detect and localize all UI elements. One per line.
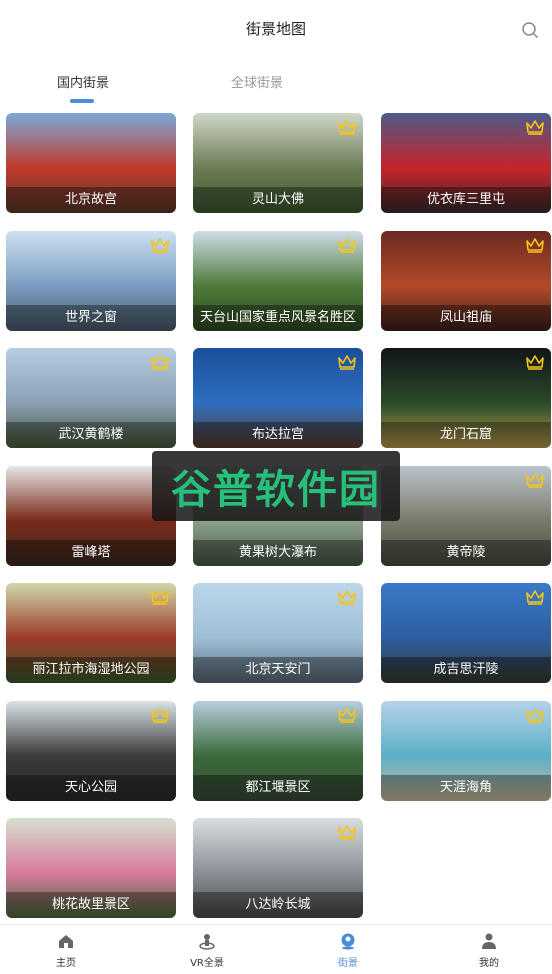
scenic-card-title: 成吉思汗陵	[381, 657, 551, 683]
scenic-card[interactable]: 北京故宫	[6, 113, 176, 213]
watermark: 谷普软件园	[152, 451, 400, 521]
scenic-card-title: 北京故宫	[6, 187, 176, 213]
crown-icon	[526, 355, 544, 370]
scenic-card[interactable]: 桃花故里景区	[6, 818, 176, 918]
crown-icon	[151, 238, 169, 253]
scenic-card[interactable]: 丽江拉市海湿地公园	[6, 583, 176, 683]
crown-icon	[338, 825, 356, 840]
tab-profile[interactable]: 我的	[449, 931, 529, 969]
scenic-card-title: 都江堰景区	[193, 775, 363, 801]
scenic-card-title: 天涯海角	[381, 775, 551, 801]
scenic-card-title: 黄果树大瀑布	[193, 540, 363, 566]
search-icon[interactable]	[520, 20, 540, 40]
scenic-card[interactable]: 天心公园	[6, 701, 176, 801]
tab-indicator	[70, 99, 94, 103]
scenic-card[interactable]: 北京天安门	[193, 583, 363, 683]
crown-icon	[526, 590, 544, 605]
scenic-card-title: 北京天安门	[193, 657, 363, 683]
crown-icon	[338, 355, 356, 370]
scenic-card-title: 天台山国家重点风景名胜区	[193, 305, 363, 331]
user-icon	[482, 933, 496, 949]
street-view-icon	[341, 933, 355, 950]
scenic-card[interactable]: 成吉思汗陵	[381, 583, 551, 683]
scenic-card[interactable]: 黄帝陵	[381, 466, 551, 566]
scenic-card[interactable]: 武汉黄鹤楼	[6, 348, 176, 448]
home-icon	[59, 935, 73, 948]
page-title: 街景地图	[245, 20, 306, 38]
scenic-card[interactable]: 都江堰景区	[193, 701, 363, 801]
scenic-card-title: 龙门石窟	[381, 422, 551, 448]
scenic-card-title: 天心公园	[6, 775, 176, 801]
crown-icon	[338, 708, 356, 723]
scenic-card-title: 凤山祖庙	[381, 305, 551, 331]
scenic-card[interactable]: 灵山大佛	[193, 113, 363, 213]
crown-icon	[526, 708, 544, 723]
crown-icon	[526, 120, 544, 135]
scenic-card-title: 灵山大佛	[193, 187, 363, 213]
crown-icon	[151, 590, 169, 605]
app-header: 街景地图	[0, 0, 552, 60]
tab-home[interactable]: 主页	[26, 931, 106, 969]
scenic-card[interactable]: 雷峰塔	[6, 466, 176, 566]
scenic-card-title: 八达岭长城	[193, 892, 363, 918]
crown-icon	[151, 355, 169, 370]
bottom-tab-bar: 主页 VR全景 街景 我的	[0, 924, 552, 974]
scenic-card[interactable]: 布达拉宫	[193, 348, 363, 448]
scenic-card-title: 丽江拉市海湿地公园	[6, 657, 176, 683]
scenic-card[interactable]: 龙门石窟	[381, 348, 551, 448]
crown-icon	[338, 120, 356, 135]
crown-icon	[526, 238, 544, 253]
vr-icon	[199, 934, 215, 950]
crown-icon	[338, 590, 356, 605]
scenic-card[interactable]: 凤山祖庙	[381, 231, 551, 331]
tab-domestic[interactable]: 国内街景	[57, 72, 109, 91]
scenic-card-title: 雷峰塔	[6, 540, 176, 566]
tab-street-view-label: 街景	[338, 958, 358, 969]
tab-home-label: 主页	[56, 958, 76, 969]
scenic-card[interactable]: 世界之窗	[6, 231, 176, 331]
scenic-card[interactable]: 优衣库三里屯	[381, 113, 551, 213]
tab-vr-label: VR全景	[190, 958, 224, 969]
scenic-card-title: 布达拉宫	[193, 422, 363, 448]
tab-street-view[interactable]: 街景	[308, 931, 388, 969]
watermark-text: 谷普软件园	[171, 467, 381, 513]
scenic-card[interactable]: 天台山国家重点风景名胜区	[193, 231, 363, 331]
tab-profile-label: 我的	[479, 958, 499, 969]
crown-icon	[338, 238, 356, 253]
crown-icon	[151, 708, 169, 723]
scenic-card-title: 世界之窗	[6, 305, 176, 331]
crown-icon	[526, 473, 544, 488]
scenic-card-title: 黄帝陵	[381, 540, 551, 566]
region-tabs: 国内街景 全球街景	[0, 62, 552, 108]
scenic-card[interactable]: 天涯海角	[381, 701, 551, 801]
scenic-card-title: 优衣库三里屯	[381, 187, 551, 213]
tab-global[interactable]: 全球街景	[231, 72, 283, 91]
tab-vr[interactable]: VR全景	[167, 931, 247, 969]
scenic-card-title: 武汉黄鹤楼	[6, 422, 176, 448]
scenic-card[interactable]: 八达岭长城	[193, 818, 363, 918]
scenic-card-title: 桃花故里景区	[6, 892, 176, 918]
